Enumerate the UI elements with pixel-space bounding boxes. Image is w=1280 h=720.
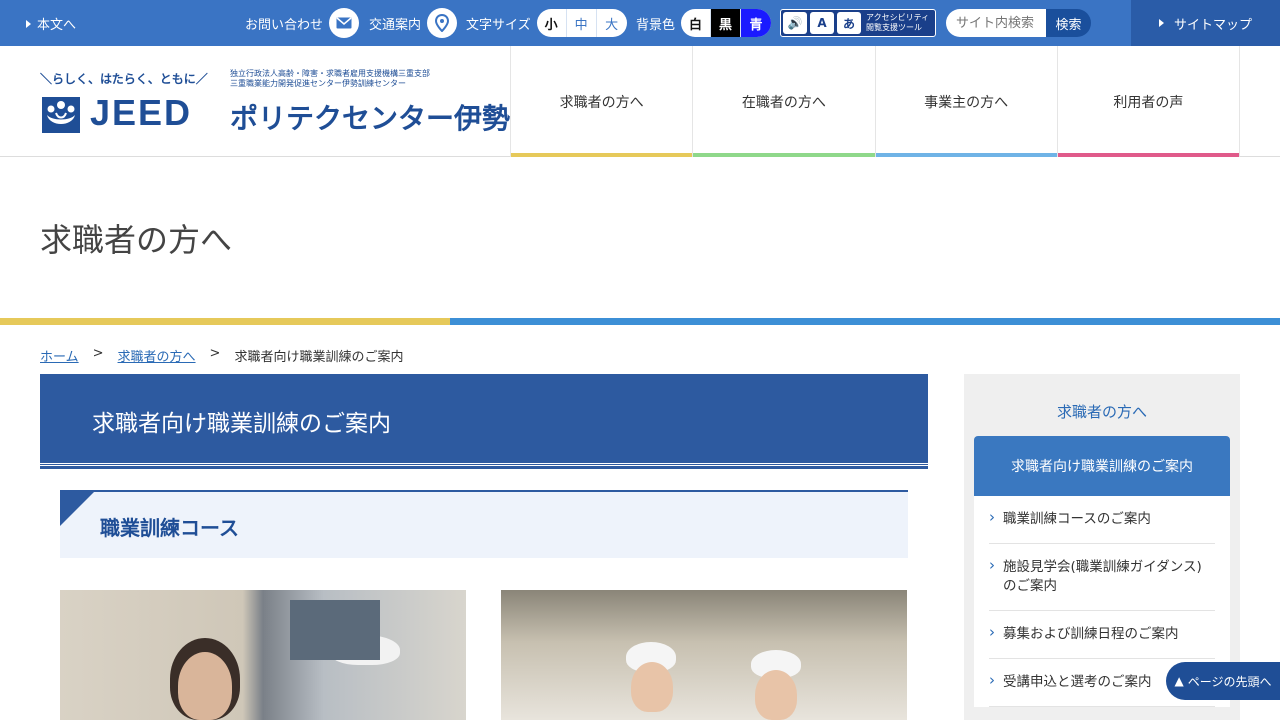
page-top-label: ページの先頭へ (1187, 674, 1272, 689)
bg-color-label: 背景色 (636, 17, 676, 33)
map-pin-icon (427, 8, 458, 38)
bg-color-switch: 白 黒 青 (681, 9, 772, 37)
site-header: ＼らしく、はたらく、ともに／ JEED 独立行政法人高齢・障害・求職者雇用支援機… (0, 46, 1280, 157)
search-input[interactable] (946, 9, 1046, 37)
jeed-logo[interactable]: JEED (90, 92, 192, 134)
breadcrumb-separator: > (92, 346, 104, 361)
breadcrumb-separator: > (209, 346, 221, 361)
nav-testimonials[interactable]: 利用者の声 (1056, 46, 1240, 157)
font-size-small-button[interactable]: 小 (537, 9, 567, 37)
sidebar-item[interactable]: 募集および訓練日程のご案内 (989, 611, 1215, 659)
sidebar-item[interactable]: 施設見学会(職業訓練ガイダンス)のご案内 (989, 544, 1215, 611)
nav-employers[interactable]: 事業主の方へ (874, 46, 1057, 157)
main-heading-box: 求職者向け職業訓練のご案内 (40, 374, 928, 469)
hiragana-icon: あ (837, 12, 861, 34)
page-top-button[interactable]: ▲ ページの先頭へ (1166, 662, 1280, 700)
nav-underline (693, 153, 875, 157)
speaker-icon: 🔊 (783, 12, 807, 34)
person-shape (755, 670, 797, 720)
access-link[interactable]: 交通案内 (369, 0, 458, 46)
section-heading: 職業訓練コース (100, 516, 239, 540)
title-stripe (0, 318, 1280, 325)
sidebar-item[interactable]: 職業訓練コースのご案内 (989, 496, 1215, 544)
nav-underline (875, 153, 1057, 157)
accessibility-tool-button[interactable]: 🔊 A あ アクセシビリティ 閲覧支援ツール (780, 9, 936, 37)
sidebar-title[interactable]: 求職者の方へ (964, 401, 1240, 422)
breadcrumb-home[interactable]: ホーム (40, 346, 79, 365)
org-line-2: 三重職業能力開発促進センター伊勢訓練センター (230, 79, 406, 88)
contact-label: お問い合わせ (245, 17, 324, 33)
course-photo-2[interactable] (501, 590, 907, 720)
nav-label: 在職者の方へ (741, 94, 826, 111)
bg-black-button[interactable]: 黒 (711, 9, 742, 37)
org-line-1: 独立行政法人高齢・障害・求職者雇用支援機構三重支部 (230, 69, 430, 78)
bg-color-control: 背景色 白 黒 青 (636, 0, 772, 46)
bg-blue-button[interactable]: 青 (741, 9, 772, 37)
utility-bar: 本文へ お問い合わせ 交通案内 文字サイズ 小 中 大 背景色 白 黒 青 🔊 … (0, 0, 1280, 46)
search-button[interactable]: 検索 (1046, 9, 1091, 37)
nav-underline (1057, 153, 1239, 157)
accessibility-tool-label: アクセシビリティ 閲覧支援ツール (866, 13, 930, 32)
font-size-switch: 小 中 大 (536, 9, 627, 37)
font-size-label: 文字サイズ (466, 17, 531, 33)
course-photo-1[interactable] (60, 590, 466, 720)
person-shape (631, 662, 673, 712)
bg-white-button[interactable]: 白 (681, 9, 712, 37)
font-size-medium-button[interactable]: 中 (567, 9, 597, 37)
text-size-icon: A (810, 12, 834, 34)
nav-label: 利用者の声 (1113, 94, 1184, 111)
mail-icon (329, 8, 360, 38)
skip-to-content-link[interactable]: 本文へ (26, 14, 76, 33)
breadcrumb: ホーム > 求職者の方へ > 求職者向け職業訓練のご案内 (40, 346, 403, 365)
global-nav: 求職者の方へ 在職者の方へ 事業主の方へ 利用者の声 (510, 46, 1240, 157)
corner-triangle (60, 492, 94, 526)
breadcrumb-current: 求職者向け職業訓練のご案内 (234, 350, 404, 365)
nav-label: 求職者の方へ (559, 94, 644, 111)
breadcrumb-parent[interactable]: 求職者の方へ (118, 346, 196, 365)
page-title: 求職者の方へ (40, 221, 233, 259)
nav-employed[interactable]: 在職者の方へ (692, 46, 875, 157)
machine-panel (290, 600, 380, 660)
main-heading: 求職者向け職業訓練のご案内 (92, 411, 391, 437)
nav-underline (511, 153, 693, 157)
jeed-logo-icon[interactable] (42, 97, 80, 133)
nav-label: 事業主の方へ (924, 94, 1009, 111)
access-label: 交通案内 (369, 17, 422, 33)
nav-job-seekers[interactable]: 求職者の方へ (510, 46, 693, 157)
site-search: 検索 (946, 9, 1091, 37)
font-size-control: 文字サイズ 小 中 大 (466, 0, 627, 46)
sitemap-link[interactable]: サイトマップ (1131, 0, 1280, 46)
font-size-large-button[interactable]: 大 (597, 9, 627, 37)
sidebar-item-active[interactable]: 求職者向け職業訓練のご案内 (974, 436, 1230, 496)
section-heading-box: 職業訓練コース (60, 490, 908, 558)
contact-link[interactable]: お問い合わせ (245, 0, 360, 46)
triangle-up-icon: ▲ (1174, 674, 1184, 688)
person-shape (178, 652, 232, 720)
org-name: 独立行政法人高齢・障害・求職者雇用支援機構三重支部 三重職業能力開発促進センター… (230, 69, 430, 89)
slogan: ＼らしく、はたらく、ともに／ (40, 72, 208, 86)
center-name[interactable]: ポリテクセンター伊勢 (230, 97, 510, 137)
